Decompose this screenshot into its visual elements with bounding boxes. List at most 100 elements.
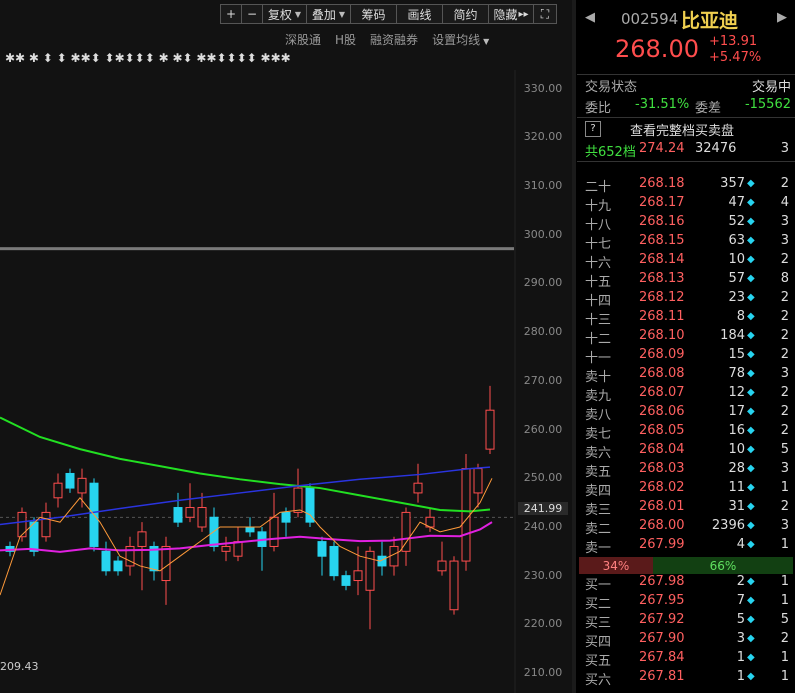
divider	[577, 74, 795, 75]
candle-body[interactable]	[41, 511, 51, 538]
ask-row[interactable]: 卖六 268.04 10 5 ◆	[585, 442, 791, 461]
candle-body[interactable]	[473, 468, 483, 494]
candle-body[interactable]	[365, 550, 375, 591]
ask-price: 268.07	[639, 385, 685, 400]
ask-volume: 15	[728, 347, 745, 362]
chouma-button[interactable]: 筹码	[350, 4, 397, 24]
next-stock-icon[interactable]: ▶	[777, 10, 787, 25]
candle-body[interactable]	[53, 482, 63, 499]
candle-body[interactable]	[77, 477, 87, 494]
candle-body[interactable]	[341, 575, 351, 586]
candle-body[interactable]	[17, 511, 27, 538]
candle-body[interactable]	[137, 531, 147, 547]
ask-row[interactable]: 十二 268.10 184 2 ◆	[585, 328, 791, 347]
candle-body[interactable]	[389, 545, 399, 567]
candle-body[interactable]	[437, 560, 447, 572]
candle-body[interactable]	[401, 511, 411, 552]
bid-order-count: 1	[780, 650, 789, 665]
hide-button[interactable]: 隐藏 ▸▸	[488, 4, 534, 24]
bid-volume: 7	[736, 593, 745, 608]
bid-row[interactable]: 买二 267.95 7 1 ◆	[585, 593, 791, 612]
candle-body[interactable]	[197, 507, 207, 528]
chevron-down-icon: ▼	[483, 37, 490, 46]
subbar-hgu[interactable]: H股	[335, 31, 356, 48]
kline-chart[interactable]: ✱✱ ✱ ⬍ ⬍ ✱✱⬍ ⬍✱⬍⬍⬍ ✱ ✱⬍ ✱✱⬍⬍⬍⬍ ✱✱✱	[0, 0, 572, 693]
candle-body[interactable]	[113, 560, 123, 572]
zoom-in-button[interactable]: +	[220, 4, 242, 24]
candle-body[interactable]	[305, 487, 315, 523]
bid-row[interactable]: 买四 267.90 3 2 ◆	[585, 631, 791, 650]
candle-body[interactable]	[245, 526, 255, 533]
y-tick: 220.00	[523, 617, 563, 630]
candle-body[interactable]	[233, 541, 243, 557]
ask-row[interactable]: 十八 268.16 52 3 ◆	[585, 214, 791, 233]
ask-row[interactable]: 二十 268.18 357 2 ◆	[585, 176, 791, 195]
ask-price: 268.15	[639, 233, 685, 248]
ask-row[interactable]: 十七 268.15 63 3 ◆	[585, 233, 791, 252]
diamond-icon: ◆	[747, 387, 755, 398]
candle-body[interactable]	[449, 560, 459, 611]
bid-price: 267.95	[639, 593, 685, 608]
candle-body[interactable]	[65, 472, 75, 489]
bid-order-count: 1	[780, 574, 789, 589]
diejia-dropdown[interactable]: 叠加 ▼	[306, 4, 351, 24]
bid-row[interactable]: 买三 267.92 5 5 ◆	[585, 612, 791, 631]
candle-body[interactable]	[161, 545, 171, 582]
candle-body[interactable]	[293, 487, 303, 513]
bid-row[interactable]: 买五 267.84 1 1 ◆	[585, 650, 791, 669]
candle-body[interactable]	[353, 570, 363, 582]
fuquan-dropdown[interactable]: 复权 ▼	[262, 4, 307, 24]
buy-ratio: 66%	[653, 557, 793, 574]
candle-body[interactable]	[221, 545, 231, 552]
huaxian-button[interactable]: 画线	[396, 4, 443, 24]
ask-row[interactable]: 卖八 268.06 17 2 ◆	[585, 404, 791, 423]
ask-row[interactable]: 卖三 268.01 31 2 ◆	[585, 499, 791, 518]
fullscreen-button[interactable]: ⛶	[533, 4, 557, 24]
candle-body[interactable]	[413, 482, 423, 494]
ask-row[interactable]: 卖四 268.02 11 1 ◆	[585, 480, 791, 499]
ask-row[interactable]: 十九 268.17 47 4 ◆	[585, 195, 791, 214]
ask-row[interactable]: 卖一 267.99 4 1 ◆	[585, 537, 791, 556]
candle-body[interactable]	[101, 550, 111, 572]
candle-body[interactable]	[185, 507, 195, 518]
ask-order-count: 4	[780, 195, 789, 210]
bid-row[interactable]: 买一 267.98 2 1 ◆	[585, 574, 791, 593]
kline-chart-pane[interactable]: ✱✱ ✱ ⬍ ⬍ ✱✱⬍ ⬍✱⬍⬍⬍ ✱ ✱⬍ ✱✱⬍⬍⬍⬍ ✱✱✱ + − 复…	[0, 0, 572, 693]
candle-body[interactable]	[173, 507, 183, 523]
ask-row[interactable]: 十一 268.09 15 2 ◆	[585, 347, 791, 366]
ask-row[interactable]: 卖五 268.03 28 3 ◆	[585, 461, 791, 480]
diamond-icon: ◆	[747, 595, 755, 606]
candle-body[interactable]	[329, 545, 339, 577]
candle-body[interactable]	[317, 541, 327, 557]
ask-row[interactable]: 卖九 268.07 12 2 ◆	[585, 385, 791, 404]
bid-row[interactable]: 买六 267.81 1 1 ◆	[585, 669, 791, 688]
panel-splitter[interactable]	[572, 0, 576, 693]
candle-body[interactable]	[269, 516, 279, 547]
ask-row[interactable]: 十五 268.13 57 8 ◆	[585, 271, 791, 290]
subbar-ma-settings[interactable]: 设置均线 ▼	[432, 31, 489, 48]
full-book-link[interactable]: 查看完整档买卖盘	[630, 120, 734, 139]
ask-price: 268.04	[639, 442, 685, 457]
ask-row[interactable]: 卖七 268.05 16 2 ◆	[585, 423, 791, 442]
event-markers-row[interactable]: ✱✱ ✱ ⬍ ⬍ ✱✱⬍ ⬍✱⬍⬍⬍ ✱ ✱⬍ ✱✱⬍⬍⬍⬍ ✱✱✱	[5, 51, 291, 65]
y-tick: 300.00	[523, 228, 563, 241]
candle-body[interactable]	[461, 468, 471, 562]
ask-row[interactable]: 卖十 268.08 78 3 ◆	[585, 366, 791, 385]
jianyue-button[interactable]: 简约	[442, 4, 489, 24]
ask-row[interactable]: 十四 268.12 23 2 ◆	[585, 290, 791, 309]
ask-order-count: 2	[780, 309, 789, 324]
zoom-out-button[interactable]: −	[241, 4, 263, 24]
ask-level-label: 卖七	[585, 427, 612, 442]
ask-price: 268.10	[639, 328, 685, 343]
full-book-row[interactable]: ? 查看完整档买卖盘	[585, 120, 791, 139]
ask-row[interactable]: 卖二 268.00 2396 3 ◆	[585, 518, 791, 537]
min-price-label: 209.43	[0, 660, 39, 673]
ask-row[interactable]: 十三 268.11 8 2 ◆	[585, 309, 791, 328]
ask-order-count: 1	[780, 480, 789, 495]
ask-row[interactable]: 十六 268.14 10 2 ◆	[585, 252, 791, 271]
candle-body[interactable]	[281, 511, 291, 523]
subbar-rzrq[interactable]: 融资融券	[370, 31, 418, 48]
subbar-shengutong[interactable]: 深股通	[285, 31, 321, 48]
candle-body[interactable]	[485, 409, 495, 450]
prev-stock-icon[interactable]: ◀	[585, 10, 595, 25]
